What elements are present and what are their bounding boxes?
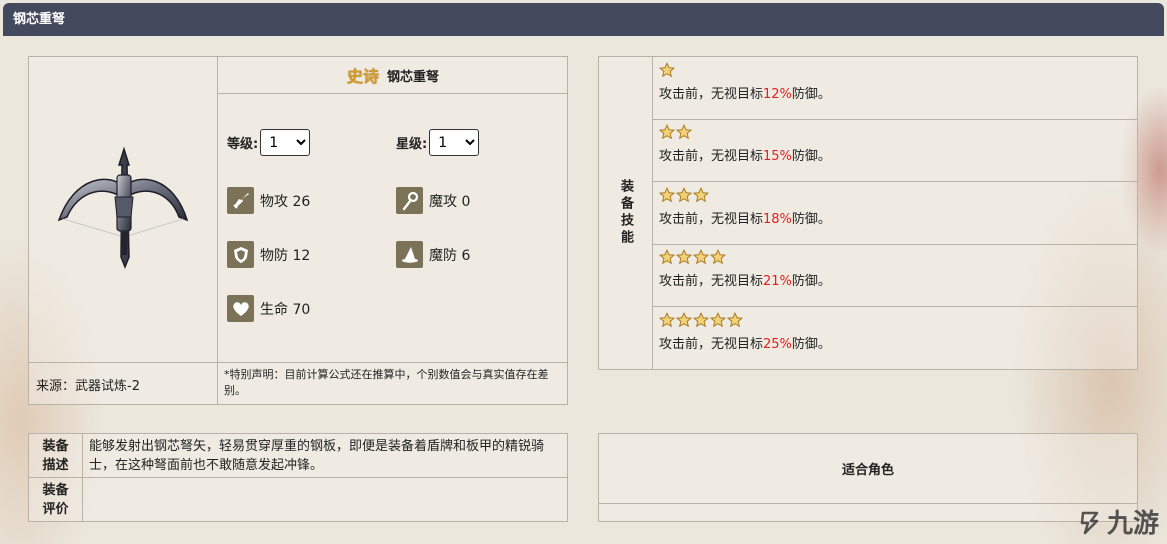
description-label-cell: 装备描述 [29,434,83,478]
skill-text-suffix: 防御。 [791,274,831,290]
stat-magic-attack: 魔攻 0 [396,187,470,214]
stat-label: 物攻 26 [260,193,311,210]
star-selector: 星级: 1 [396,129,480,156]
suitable-characters-title-cell: 适合角色 [599,434,1137,504]
skill-row: 攻击前，无视目标15%防御。 [653,119,1137,183]
skill-text: 攻击前，无视目标18%防御。 [659,208,1131,227]
star-icon [658,249,676,266]
skill-text-prefix: 攻击前，无视目标 [659,149,764,165]
stat-label: 生命 70 [260,301,311,318]
heart-icon [227,295,254,322]
star-icon [726,311,744,329]
suitable-characters-panel: 适合角色 [598,433,1138,522]
skills-heading-cell: 装备技能 [599,57,653,369]
star-label: 星级: [396,137,428,152]
star-select[interactable]: 1 [429,129,480,156]
stat-magic-defense: 魔防 6 [396,241,470,268]
level-label: 等级: [227,137,259,152]
equipment-skills-panel: 装备技能 攻击前，无视目标12%防御。 攻击前，无视目标15%防御。 攻击前，无视目… [598,56,1138,370]
star-rating [658,249,1131,266]
skill-value: 12% [763,87,792,102]
skill-text-suffix: 防御。 [791,87,831,102]
evaluation-text-cell [83,478,567,521]
skill-row: 攻击前，无视目标21%防御。 [653,244,1137,308]
skill-row: 攻击前，无视目标18%防御。 [653,182,1137,245]
skills-heading: 装备技能 [618,179,633,247]
source-text: 来源：武器试炼-2 [36,378,140,394]
skill-text-suffix: 防御。 [791,336,831,352]
star-icon [675,186,693,204]
stat-health: 生命 70 [227,295,310,322]
star-icon [658,62,676,79]
disclaimer-note: *特别声明：目前计算公式还在推算中，个别数值会与真实值存在差别。 [218,362,568,405]
weapon-info-panel: 史诗 钢芯重弩 等级: 1 星级: 1 物攻 26 魔攻 0 物防 12 魔防 … [28,56,568,405]
weapon-name: 钢芯重弩 [387,69,440,85]
description-label: 装备描述 [42,438,69,473]
evaluation-label-cell: 装备评价 [29,478,83,521]
skill-text: 攻击前，无视目标12%防御。 [659,83,1131,102]
skill-value: 18% [763,211,792,227]
skill-text-suffix: 防御。 [791,149,831,165]
crossbow-image [57,146,189,270]
skill-text-suffix: 防御。 [791,211,831,227]
star-icon [692,186,710,204]
sword-icon [227,187,254,214]
skill-text: 攻击前，无视目标25%防御。 [659,333,1131,352]
skill-text-prefix: 攻击前，无视目标 [659,211,764,227]
description-text-cell: 能够发射出钢芯弩矢，轻易贯穿厚重的钢板，即便是装备着盾牌和板甲的精锐骑士，在这种… [83,434,567,478]
staff-icon [396,187,423,214]
skill-text-prefix: 攻击前，无视目标 [659,274,764,290]
level-selector: 等级: 1 [227,129,311,156]
star-icon [658,186,676,204]
level-select[interactable]: 1 [260,129,311,156]
star-rating [658,62,1131,79]
star-icon [692,311,710,329]
skill-value: 15% [763,149,792,165]
suitable-characters-title: 适合角色 [841,463,894,478]
watermark-text: 九游 [1106,509,1159,539]
skill-row: 攻击前，无视目标25%防御。 [653,307,1137,370]
rarity-badge: 史诗 [346,67,379,86]
star-icon [675,124,693,141]
page-header: 钢芯重弩 [3,3,1164,36]
skill-text-prefix: 攻击前，无视目标 [659,336,764,352]
stats-area: 等级: 1 星级: 1 物攻 26 魔攻 0 物防 12 魔防 6 生命 70 [218,94,568,362]
wizard-hat-icon [396,241,423,268]
description-text: 能够发射出钢芯弩矢，轻易贯穿厚重的钢板，即便是装备着盾牌和板甲的精锐骑士，在这种… [89,439,545,473]
shield-icon [227,241,254,268]
skill-value: 25% [763,336,792,352]
skill-text: 攻击前，无视目标15%防御。 [659,145,1131,164]
skill-value: 21% [763,274,792,290]
source-cell: 来源：武器试炼-2 [29,362,218,405]
weapon-image-cell [29,57,218,362]
star-rating [658,124,1131,141]
jiuyou-logo-icon [1080,511,1099,534]
star-icon [709,249,727,266]
stat-physical-defense: 物防 12 [227,241,310,268]
star-rating [658,311,1131,329]
watermark: 九游 [1077,503,1159,540]
stat-physical-attack: 物攻 26 [227,187,310,214]
star-icon [675,311,693,329]
star-icon [658,311,676,329]
skill-text: 攻击前，无视目标21%防御。 [659,270,1131,289]
stat-label: 魔攻 0 [429,193,471,210]
skill-row: 攻击前，无视目标12%防御。 [653,57,1137,120]
equipment-description-panel: 装备描述 能够发射出钢芯弩矢，轻易贯穿厚重的钢板，即便是装备着盾牌和板甲的精锐骑… [28,433,568,522]
star-rating [658,186,1131,204]
star-icon [658,124,676,141]
header-title: 钢芯重弩 [13,12,66,27]
skill-text-prefix: 攻击前，无视目标 [659,87,764,102]
star-icon [675,249,693,266]
stat-label: 物防 12 [260,247,311,264]
star-icon [709,311,727,329]
evaluation-label: 装备评价 [42,482,69,517]
disclaimer-text: *特别声明：目前计算公式还在推算中，个别数值会与真实值存在差别。 [224,368,549,397]
stat-label: 魔防 6 [429,247,471,264]
star-icon [692,249,710,266]
weapon-title-row: 史诗 钢芯重弩 [218,57,568,94]
